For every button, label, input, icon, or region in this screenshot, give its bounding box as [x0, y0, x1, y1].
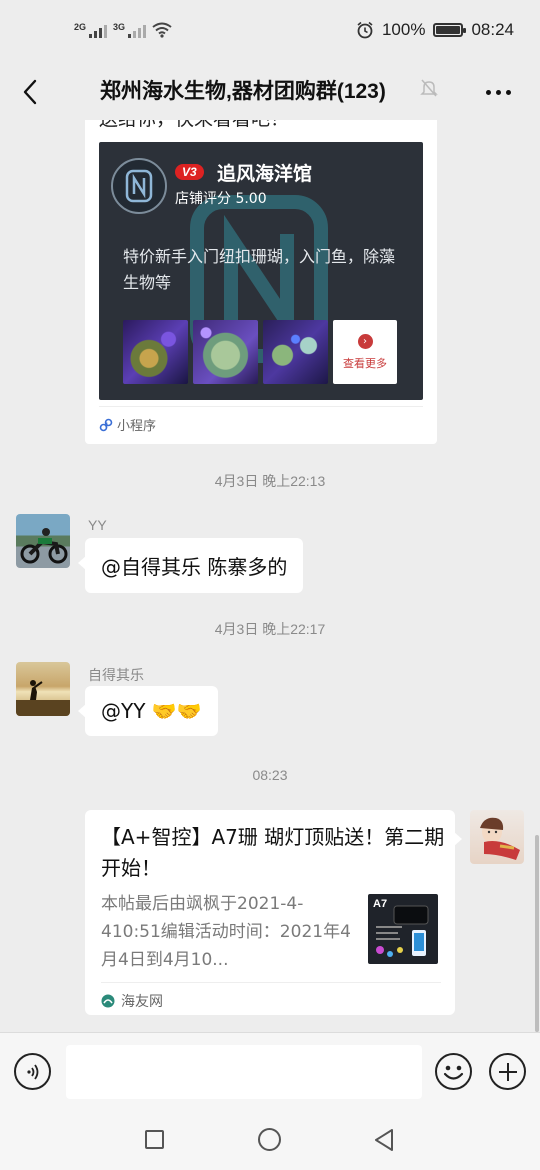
shop-avatar [111, 158, 167, 214]
more-dot-icon [495, 89, 501, 95]
alarm-icon [357, 21, 373, 39]
shop-name: 追风海洋馆 [217, 163, 313, 185]
signal-3g-icon: 3G [113, 22, 147, 38]
more-options-button[interactable] [478, 74, 518, 110]
coral-thumbnail[interactable] [263, 320, 328, 384]
link-share-card[interactable]: 【A+智控】A7珊 瑚灯顶贴送！第二期开始！ 本帖最后由飒枫于2021-4-41… [85, 810, 462, 1015]
link-source-label: 海友网 [121, 994, 163, 1010]
shop-description: 特价新手入门纽扣珊瑚，入门鱼，除藻生物等 [123, 247, 396, 292]
link-source: 海友网 [101, 982, 441, 1011]
coral-thumbnail[interactable] [123, 320, 188, 384]
my-avatar[interactable] [470, 810, 524, 864]
shop-banner[interactable]: V3 追风海洋馆 店铺评分 5.00 特价新手入门纽扣珊瑚，入门鱼，除藻生物等 … [99, 142, 423, 400]
wifi-icon [152, 22, 172, 38]
signal-indicators: 2G 3G [74, 22, 172, 38]
mute-bell-icon [420, 79, 438, 97]
sunset-silhouette-icon [16, 680, 70, 716]
shop-logo-icon [125, 169, 153, 203]
voice-icon [26, 1063, 38, 1080]
chevron-left-icon [23, 79, 37, 105]
mini-program-footer: 小程序 [99, 406, 423, 434]
status-right: 100% 08:24 [356, 20, 514, 40]
recent-apps-button[interactable] [145, 1130, 164, 1149]
see-more-button[interactable]: › 查看更多 [333, 320, 397, 384]
more-dot-icon [485, 89, 491, 95]
avatar[interactable] [16, 514, 70, 568]
vip-level-badge: V3 [175, 164, 204, 180]
timestamp: 4月3日 晚上22:17 [214, 621, 326, 637]
smiley-icon [443, 1065, 464, 1080]
chat-title: 郑州海水生物,器材团购群(123) [100, 80, 386, 103]
timestamp: 4月3日 晚上22:13 [214, 473, 326, 489]
link-thumbnail: A7 [368, 894, 438, 964]
mini-program-icon [99, 418, 113, 431]
voice-button[interactable] [14, 1053, 51, 1090]
back-button[interactable] [10, 70, 50, 114]
message-input[interactable] [66, 1045, 422, 1099]
chat-header: 郑州海水生物,器材团购群(123) [0, 64, 540, 120]
cartoon-avatar-icon [480, 817, 520, 860]
mini-program-card[interactable]: 送给你，快来看看吧！ V3 追风海洋馆 店铺评分 5.00 特价新手入门纽扣珊瑚… [85, 120, 437, 444]
signal-2g-icon: 2G [74, 22, 108, 38]
message-bubble[interactable]: @自得其乐 陈寨多的 [77, 538, 304, 593]
plus-button[interactable] [489, 1053, 526, 1090]
link-title: 【A+智控】A7珊 瑚灯顶贴送！第二期开始！ [101, 825, 445, 880]
mini-program-caption: 送给你，快来看看吧！ [99, 120, 289, 131]
status-bar: 2G 3G 100% 08:24 [0, 0, 540, 64]
sender-name: YY [88, 517, 107, 533]
battery-icon [433, 23, 467, 37]
clock: 08:24 [471, 20, 514, 39]
sender-name: 自得其乐 [88, 667, 144, 683]
coral-thumbnail[interactable] [193, 320, 258, 384]
back-triangle-icon[interactable] [372, 1128, 396, 1152]
emoji-button[interactable] [435, 1053, 472, 1090]
chevron-right-icon: › [357, 333, 373, 349]
system-nav-bar [0, 1108, 540, 1170]
scrollbar[interactable] [535, 835, 539, 1032]
timestamp: 08:23 [252, 767, 288, 783]
more-dot-icon [505, 89, 511, 95]
motorcycle-photo-icon [20, 528, 68, 564]
shop-rating: 店铺评分 5.00 [175, 191, 267, 207]
avatar[interactable] [16, 662, 70, 716]
site-logo-icon [101, 994, 115, 1008]
link-description: 本帖最后由飒枫于2021-4-410:51编辑活动时间：2021年4月4日到4月… [101, 894, 351, 970]
mini-program-label: 小程序 [117, 419, 157, 434]
chat-message-list[interactable]: 送给你，快来看看吧！ V3 追风海洋馆 店铺评分 5.00 特价新手入门纽扣珊瑚… [0, 120, 540, 1032]
home-button[interactable] [258, 1128, 281, 1151]
product-thumbnails: › 查看更多 [123, 320, 397, 384]
battery-percent: 100% [381, 20, 426, 39]
message-input-bar [0, 1032, 540, 1108]
message-bubble[interactable]: @YY 🤝🤝 [78, 686, 218, 736]
